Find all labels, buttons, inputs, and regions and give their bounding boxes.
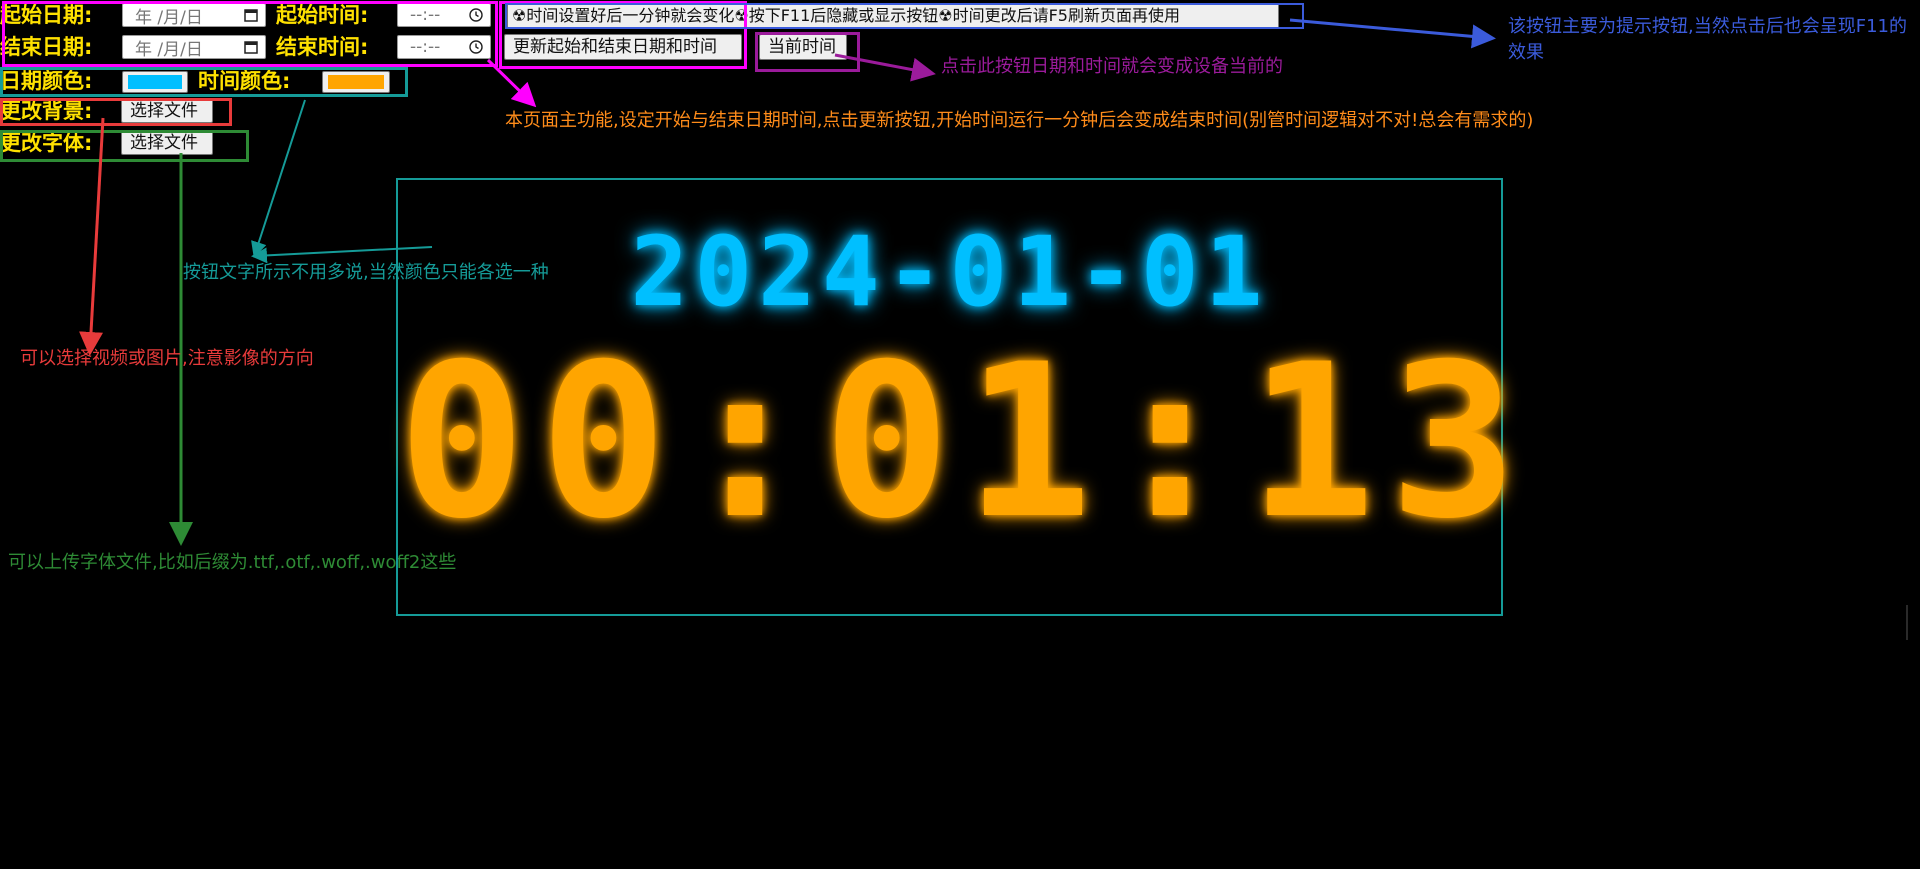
hint-arrow bbox=[1289, 18, 1496, 49]
current-time-note: 点击此按钮日期和时间就会变成设备当前的 bbox=[941, 56, 1283, 77]
main-function-arrow bbox=[486, 58, 537, 108]
current-time-arrow bbox=[834, 53, 936, 82]
main-function-note: 本页面主功能,设定开始与结束日期时间,点击更新按钮,开始时间运行一分钟后会变成结… bbox=[505, 110, 1534, 131]
font-note: 可以上传字体文件,比如后缀为.ttf,.otf,.woff,.woff2这些 bbox=[8, 552, 457, 573]
background-arrow bbox=[79, 117, 105, 356]
hint-button-note: 该按钮主要为提示按钮,当然点击后也会呈现F11的效果 bbox=[1508, 16, 1907, 63]
background-note: 可以选择视频或图片,注意影像的方向 bbox=[20, 348, 314, 369]
clock-date: 2024-01-01 bbox=[630, 216, 1269, 328]
clock-time: 00:01:13 bbox=[398, 318, 1532, 565]
clock-panel: 2024-01-01 00:01:13 bbox=[396, 178, 1532, 616]
color-arrow-1 bbox=[251, 99, 306, 258]
